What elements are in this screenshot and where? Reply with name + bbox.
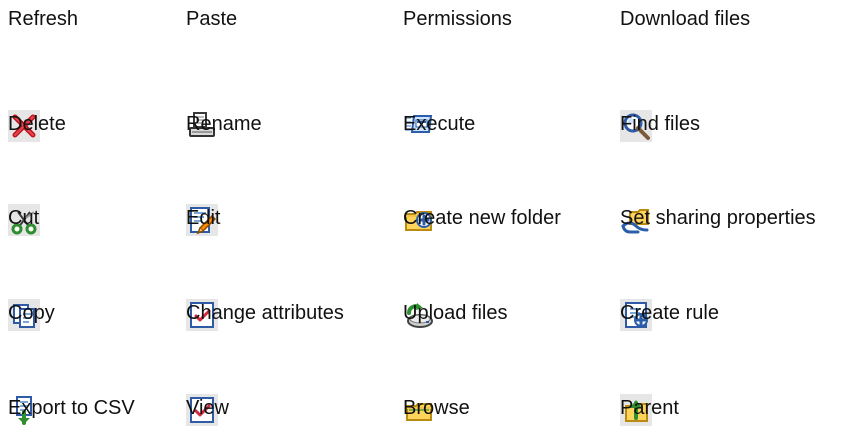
legend-label-browse: Browse — [403, 397, 470, 419]
legend-label-execute: Execute — [403, 113, 476, 135]
legend-cell-rename[interactable]: Rename — [186, 56, 396, 148]
legend-cell-browse[interactable]: Browse — [403, 340, 613, 432]
legend-label-create-new-folder: Create new folder — [403, 207, 561, 229]
legend-label-upload-files: Upload files — [403, 302, 508, 324]
legend-cell-edit[interactable]: Edit — [186, 150, 396, 242]
legend-label-change-attributes: Change attributes — [186, 302, 344, 324]
legend-cell-parent[interactable]: Parent — [620, 340, 830, 432]
legend-cell-execute[interactable]: Execute — [403, 56, 613, 148]
legend-cell-change-attributes[interactable]: Change attributes — [186, 245, 396, 337]
legend-label-find-files: Find files — [620, 113, 701, 135]
legend-label-create-rule: Create rule — [620, 302, 719, 324]
legend-cell-find-files[interactable]: Find files — [620, 56, 830, 148]
legend-cell-create-new-folder[interactable]: Create new folder — [403, 150, 613, 242]
legend-label-download-files: Download files — [620, 8, 751, 30]
legend-label-permissions: Permissions — [403, 8, 512, 30]
legend-label-refresh: Refresh — [8, 8, 79, 30]
legend-label-view: View — [186, 397, 229, 419]
legend-label-cut: Cut — [8, 207, 40, 229]
legend-label-rename: Rename — [186, 113, 262, 135]
legend-label-export-to-csv: Export to CSV — [8, 397, 135, 419]
legend-label-set-sharing-properties: Set sharing properties — [620, 207, 816, 229]
legend-label-paste: Paste — [186, 8, 238, 30]
legend-label-edit: Edit — [186, 207, 221, 229]
legend-cell-create-rule[interactable]: Create rule — [620, 245, 830, 337]
legend-cell-view[interactable]: View — [186, 340, 396, 432]
legend-label-copy: Copy — [8, 302, 55, 324]
icon-legend-grid: Refresh Paste Permissions Download files… — [8, 0, 858, 447]
legend-label-delete: Delete — [8, 113, 66, 135]
legend-cell-upload-files[interactable]: Upload files — [403, 245, 613, 337]
legend-label-parent: Parent — [620, 397, 679, 419]
legend-cell-set-sharing-properties[interactable]: Set sharing properties — [620, 150, 830, 242]
